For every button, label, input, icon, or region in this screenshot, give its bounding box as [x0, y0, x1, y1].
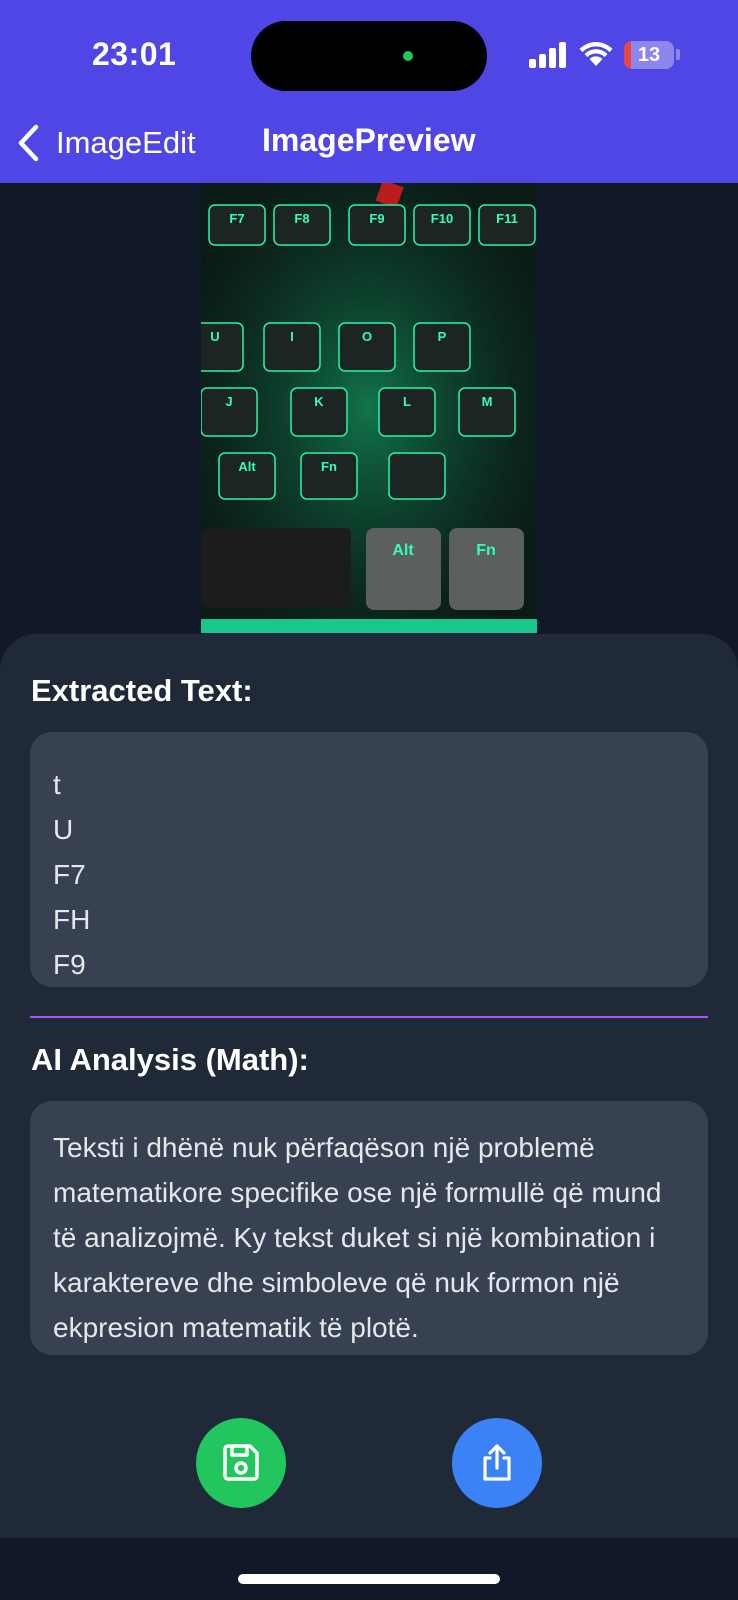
dynamic-island [251, 21, 487, 91]
extracted-line: FH [53, 904, 91, 935]
wifi-icon [579, 42, 613, 66]
keycap-label: F7 [229, 211, 244, 226]
floppy-disk-icon [223, 1444, 259, 1481]
keycap-label: K [314, 394, 324, 409]
extracted-text-box[interactable]: t U F7 FH F9 [30, 732, 708, 987]
back-button-label: ImageEdit [56, 125, 196, 160]
camera-indicator-dot [403, 51, 413, 61]
extracted-text-heading: Extracted Text: [31, 673, 253, 708]
keycap-label: Alt [392, 542, 414, 559]
chevron-left-icon [18, 124, 39, 162]
battery-cap [676, 49, 680, 60]
keycap: L [378, 387, 436, 437]
keyboard-photo: F7 F8 F9 F10 F11 U I O P J K L M Alt Fn Alt Fn [201, 183, 537, 633]
keycap-label: F11 [496, 211, 518, 226]
keycap-label: M [482, 394, 493, 409]
ai-analysis-box[interactable]: Teksti i dhënë nuk përfaqëson një proble… [30, 1101, 708, 1355]
keycap: F8 [273, 204, 331, 246]
keycap-label: P [438, 329, 447, 344]
home-indicator [238, 1574, 500, 1584]
keycap-label: Fn [321, 459, 337, 474]
keycap-label: L [403, 394, 411, 409]
keycap: P [413, 322, 471, 372]
keycap: Fn [300, 452, 358, 500]
status-time: 23:01 [92, 36, 177, 72]
keycap: Alt [218, 452, 276, 500]
keycap: U [201, 322, 244, 372]
battery-level: 13 [637, 44, 661, 66]
share-icon [483, 1444, 511, 1481]
extracted-text-lines: t U F7 FH F9 [30, 732, 708, 987]
keycap: M [458, 387, 516, 437]
extracted-line: F9 [53, 949, 86, 980]
ai-analysis-text: Teksti i dhënë nuk përfaqëson një proble… [53, 1132, 662, 1343]
extracted-line: F7 [53, 859, 86, 890]
navigation-header: 23:01 13 ImageEdit ImagePreview [0, 0, 738, 183]
ai-analysis-heading: AI Analysis (Math): [31, 1042, 309, 1077]
keycap: F7 [208, 204, 266, 246]
keycap-label: F8 [294, 211, 309, 226]
image-preview: F7 F8 F9 F10 F11 U I O P J K L M Alt Fn Alt Fn [201, 183, 537, 633]
keycap-label: Fn [476, 542, 496, 559]
extracted-line: U [53, 814, 74, 845]
extracted-line: t [53, 769, 61, 800]
keycap: F9 [348, 204, 406, 246]
section-divider [30, 1016, 708, 1018]
keycap: F11 [478, 204, 536, 246]
keycap: J [201, 387, 258, 437]
keycap: I [263, 322, 321, 372]
spacebar [201, 528, 351, 608]
keycap: K [290, 387, 348, 437]
keycap-label: O [362, 329, 372, 344]
keycap-label: F10 [431, 211, 453, 226]
keycap-label: I [290, 329, 294, 344]
back-button[interactable]: ImageEdit [14, 118, 196, 168]
keycap-label: U [210, 329, 219, 344]
cellular-signal-icon [529, 40, 567, 68]
keycap [388, 452, 446, 500]
keycap-label: F9 [369, 211, 384, 226]
keycap: Fn [449, 528, 524, 610]
battery-icon: 13 [624, 41, 674, 69]
keycap: F10 [413, 204, 471, 246]
share-button[interactable] [452, 1418, 542, 1508]
keycap-label: J [225, 394, 232, 409]
page-title: ImagePreview [262, 122, 476, 158]
keycap-label: Alt [238, 459, 256, 474]
save-button[interactable] [196, 1418, 286, 1508]
keycap: O [338, 322, 396, 372]
keycap: Alt [366, 528, 441, 610]
